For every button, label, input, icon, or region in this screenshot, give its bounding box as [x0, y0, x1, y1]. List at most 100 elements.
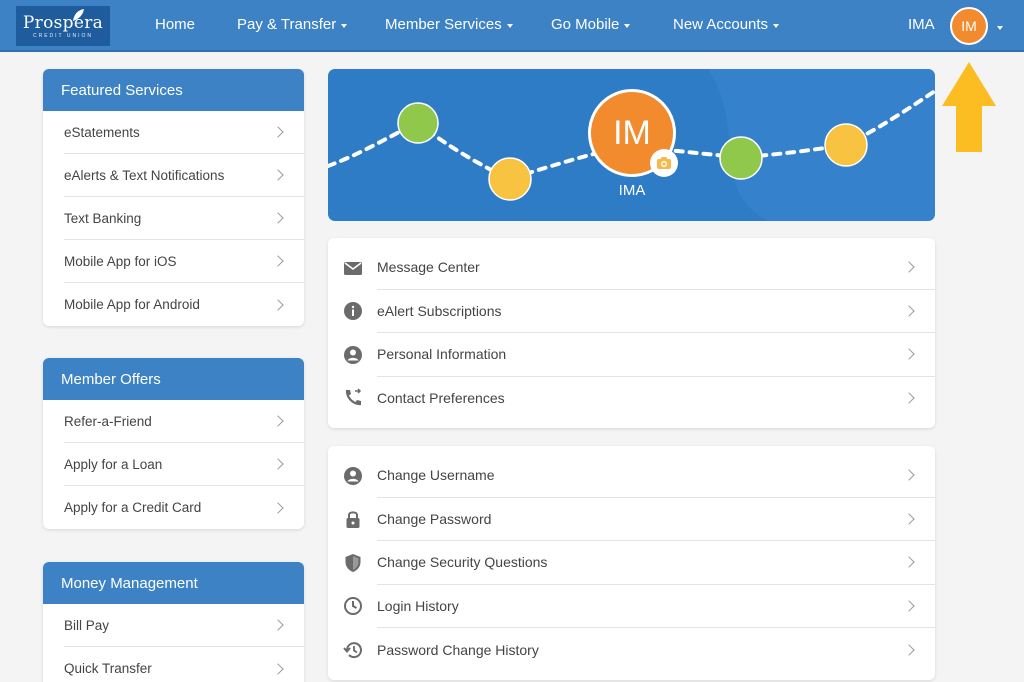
avatar-initials: IM: [961, 18, 977, 34]
sidebar-item-mobile-ios[interactable]: Mobile App for iOS: [64, 240, 304, 283]
sidebar-item-label: eStatements: [64, 124, 140, 140]
chevron-right-icon: [272, 255, 284, 267]
user-circle-icon: [344, 466, 362, 485]
menu-item-contact-preferences[interactable]: Contact Preferences: [328, 377, 935, 421]
info-icon: [344, 302, 362, 321]
lock-icon: [346, 511, 360, 529]
menu-item-password-change-history[interactable]: Password Change History: [328, 628, 935, 672]
sidebar-item-apply-credit-card[interactable]: Apply for a Credit Card: [64, 486, 304, 529]
leaf-icon: [73, 9, 84, 21]
highlight-arrow-icon: [942, 62, 996, 152]
sidebar-item-label: Refer-a-Friend: [64, 413, 152, 429]
chevron-right-icon: [272, 501, 284, 514]
phone-forward-icon: [345, 388, 362, 406]
menu-item-label: Contact Preferences: [377, 390, 505, 407]
nav-member-services-label: Member Services: [385, 16, 502, 33]
member-offers-title: Member Offers: [43, 358, 304, 400]
nav-new-accounts-label: New Accounts: [673, 16, 769, 33]
change-photo-button[interactable]: [650, 149, 678, 177]
menu-item-label: Login History: [377, 597, 459, 614]
shield-icon: [345, 553, 361, 572]
sidebar-item-label: Quick Transfer: [64, 661, 152, 676]
menu-item-label: Change Username: [377, 467, 495, 484]
nav-new-accounts[interactable]: New Accounts: [673, 16, 780, 33]
sidebar-item-label: Mobile App for iOS: [64, 253, 177, 269]
sidebar-item-label: Mobile App for Android: [64, 297, 200, 312]
menu-item-ealert-subscriptions[interactable]: eAlert Subscriptions: [328, 290, 935, 333]
chevron-right-icon: [903, 261, 915, 273]
sidebar-item-label: Apply for a Loan: [64, 456, 163, 472]
profile-avatar-initials: IM: [613, 113, 651, 152]
user-circle-icon: [344, 345, 362, 364]
menu-item-personal-information[interactable]: Personal Information: [328, 333, 935, 377]
security-settings-card: Change Username Change Password Change S…: [328, 446, 935, 680]
menu-item-change-username[interactable]: Change Username: [328, 454, 935, 498]
sidebar-item-label: Bill Pay: [64, 617, 110, 633]
sidebar-item-apply-loan[interactable]: Apply for a Loan: [64, 443, 304, 486]
member-offers-card: Member Offers Refer-a-Friend Apply for a…: [43, 358, 304, 529]
sidebar-item-text-banking[interactable]: Text Banking: [64, 197, 304, 240]
menu-item-label: Message Center: [377, 259, 480, 276]
featured-services-card: Featured Services eStatements eAlerts & …: [43, 69, 304, 326]
nav-home[interactable]: Home: [155, 16, 195, 33]
chevron-right-icon: [272, 619, 284, 631]
caret-down-icon: [341, 23, 348, 28]
sidebar-item-refer-a-friend[interactable]: Refer-a-Friend: [64, 400, 304, 443]
chevron-right-icon: [903, 305, 915, 317]
nav-go-mobile-label: Go Mobile: [551, 16, 620, 33]
envelope-icon: [344, 261, 362, 275]
logo-text: Prospera: [22, 12, 104, 33]
featured-services-title: Featured Services: [43, 69, 304, 111]
clock-icon: [344, 597, 362, 616]
history-icon: [343, 641, 362, 658]
nav-go-mobile[interactable]: Go Mobile: [551, 16, 631, 33]
menu-item-label: eAlert Subscriptions: [377, 302, 502, 319]
menu-item-change-password[interactable]: Change Password: [328, 498, 935, 541]
nav-pay-transfer-label: Pay & Transfer: [237, 16, 337, 33]
nav-home-label: Home: [155, 16, 196, 33]
chevron-right-icon: [903, 348, 915, 360]
avatar-caret-down-icon[interactable]: [997, 26, 1003, 30]
chevron-right-icon: [272, 126, 284, 138]
chevron-right-icon: [903, 513, 915, 525]
chevron-right-icon: [272, 415, 284, 427]
chevron-right-icon: [272, 212, 284, 224]
chevron-right-icon: [272, 458, 284, 470]
profile-name: IMA: [618, 182, 646, 199]
chevron-right-icon: [903, 644, 915, 656]
sidebar-item-label: eAlerts & Text Notifications: [64, 167, 225, 183]
money-management-card: Money Management Bill Pay Quick Transfer: [43, 562, 304, 682]
menu-item-label: Password Change History: [377, 641, 539, 658]
chevron-right-icon: [903, 600, 915, 612]
caret-down-icon: [624, 23, 631, 28]
user-avatar-button[interactable]: IM: [950, 7, 988, 45]
account-settings-card: Message Center eAlert Subscriptions Pers…: [328, 238, 935, 428]
nav-user-name[interactable]: IMA: [908, 16, 935, 33]
menu-item-label: Personal Information: [377, 346, 507, 363]
nav-pay-transfer[interactable]: Pay & Transfer: [237, 16, 348, 33]
chevron-right-icon: [903, 469, 915, 481]
menu-item-login-history[interactable]: Login History: [328, 585, 935, 628]
chevron-right-icon: [903, 392, 915, 404]
chevron-right-icon: [272, 169, 284, 181]
caret-down-icon: [773, 23, 780, 28]
sidebar-item-label: Apply for a Credit Card: [64, 500, 202, 515]
nav-member-services[interactable]: Member Services: [385, 16, 513, 33]
logo-subtext: CREDIT UNION: [32, 32, 94, 39]
sidebar-item-label: Text Banking: [64, 210, 142, 226]
chevron-right-icon: [272, 298, 284, 311]
camera-icon: [657, 157, 671, 169]
sidebar-item-estatements[interactable]: eStatements: [64, 111, 304, 154]
sidebar-item-ealerts[interactable]: eAlerts & Text Notifications: [64, 154, 304, 197]
menu-item-change-security-questions[interactable]: Change Security Questions: [328, 541, 935, 585]
top-navigation-bar: Prospera CREDIT UNION Home Pay & Transfe…: [0, 0, 1024, 52]
sidebar-item-quick-transfer[interactable]: Quick Transfer: [64, 647, 304, 682]
menu-item-message-center[interactable]: Message Center: [328, 246, 935, 290]
prospera-logo[interactable]: Prospera CREDIT UNION: [16, 6, 110, 46]
chevron-right-icon: [272, 662, 284, 675]
money-management-title: Money Management: [43, 562, 304, 604]
caret-down-icon: [506, 23, 513, 28]
menu-item-label: Change Security Questions: [377, 554, 548, 571]
sidebar-item-mobile-android[interactable]: Mobile App for Android: [64, 283, 304, 326]
sidebar-item-bill-pay[interactable]: Bill Pay: [64, 604, 304, 647]
